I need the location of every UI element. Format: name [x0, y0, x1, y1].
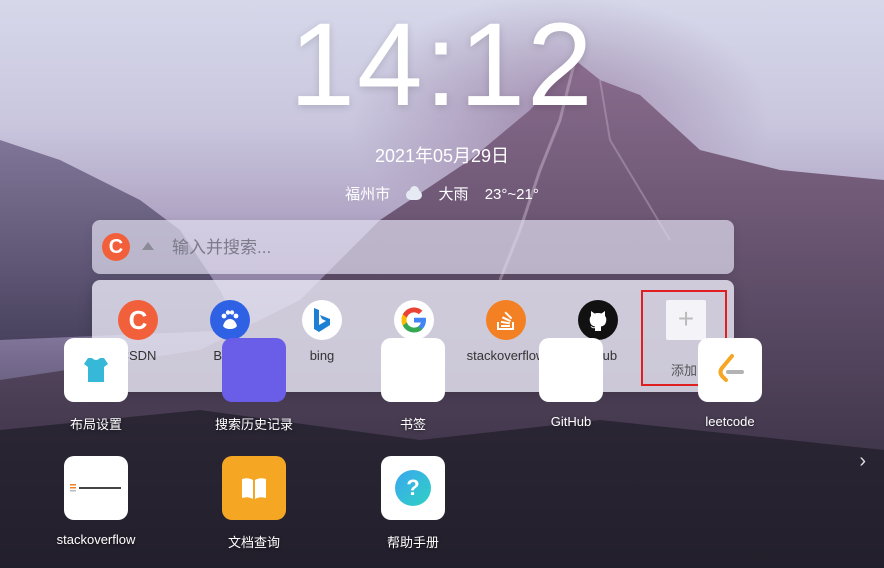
- shirt-icon: [64, 338, 128, 402]
- github-icon: [578, 300, 618, 340]
- tile-github[interactable]: GitHub: [506, 338, 636, 429]
- csdn-engine-icon[interactable]: C: [102, 233, 130, 261]
- weather-condition: 大雨: [438, 186, 469, 203]
- book-icon: [222, 456, 286, 520]
- help-icon: ?: [381, 456, 445, 520]
- date: 2021年05月29日: [374, 146, 510, 166]
- github-tile-icon: [539, 338, 603, 402]
- weather-temps: 23°~21°: [484, 186, 539, 203]
- stackoverflow-icon: [486, 300, 526, 340]
- engine-dropdown-icon[interactable]: [142, 242, 154, 250]
- tile-layout-settings[interactable]: 布局设置: [31, 338, 161, 433]
- tile-label: leetcode: [705, 414, 755, 429]
- tile-label: 布局设置: [69, 417, 122, 432]
- weather: 福州市 大雨 23°~21°: [0, 183, 884, 204]
- tile-label: 文档查询: [227, 535, 280, 550]
- tile-stackoverflow[interactable]: stackoverflow: [31, 456, 161, 547]
- search-input[interactable]: [170, 232, 714, 264]
- tile-bookmarks[interactable]: 书签: [348, 338, 478, 433]
- tile-label: 帮助手册: [386, 535, 439, 550]
- tile-label: GitHub: [550, 414, 592, 429]
- tile-label: 搜索历史记录: [214, 417, 293, 432]
- svg-text:?: ?: [406, 475, 419, 500]
- cloud-rain-icon: [406, 186, 423, 201]
- bookmark-icon: [381, 338, 445, 402]
- bing-icon: [302, 300, 342, 340]
- csdn-icon: C: [118, 300, 158, 340]
- tile-leetcode[interactable]: leetcode: [665, 338, 795, 429]
- clock: 14:12: [289, 0, 595, 131]
- leetcode-icon: [698, 338, 762, 402]
- tile-label: 书签: [399, 417, 426, 432]
- google-icon: [394, 300, 434, 340]
- chevron-right-icon[interactable]: ›: [859, 450, 866, 473]
- tile-search-history[interactable]: 搜索历史记录: [189, 338, 319, 433]
- tile-docs[interactable]: 文档查询: [189, 456, 319, 551]
- history-icon: [222, 338, 286, 402]
- tile-help[interactable]: ? 帮助手册: [348, 456, 478, 551]
- plus-icon: +: [666, 300, 706, 340]
- tile-label: stackoverflow: [56, 532, 136, 547]
- search-bar: C: [92, 220, 734, 274]
- baidu-icon: [210, 300, 250, 340]
- weather-city: 福州市: [345, 186, 391, 203]
- stackoverflow-tile-icon: [64, 456, 128, 520]
